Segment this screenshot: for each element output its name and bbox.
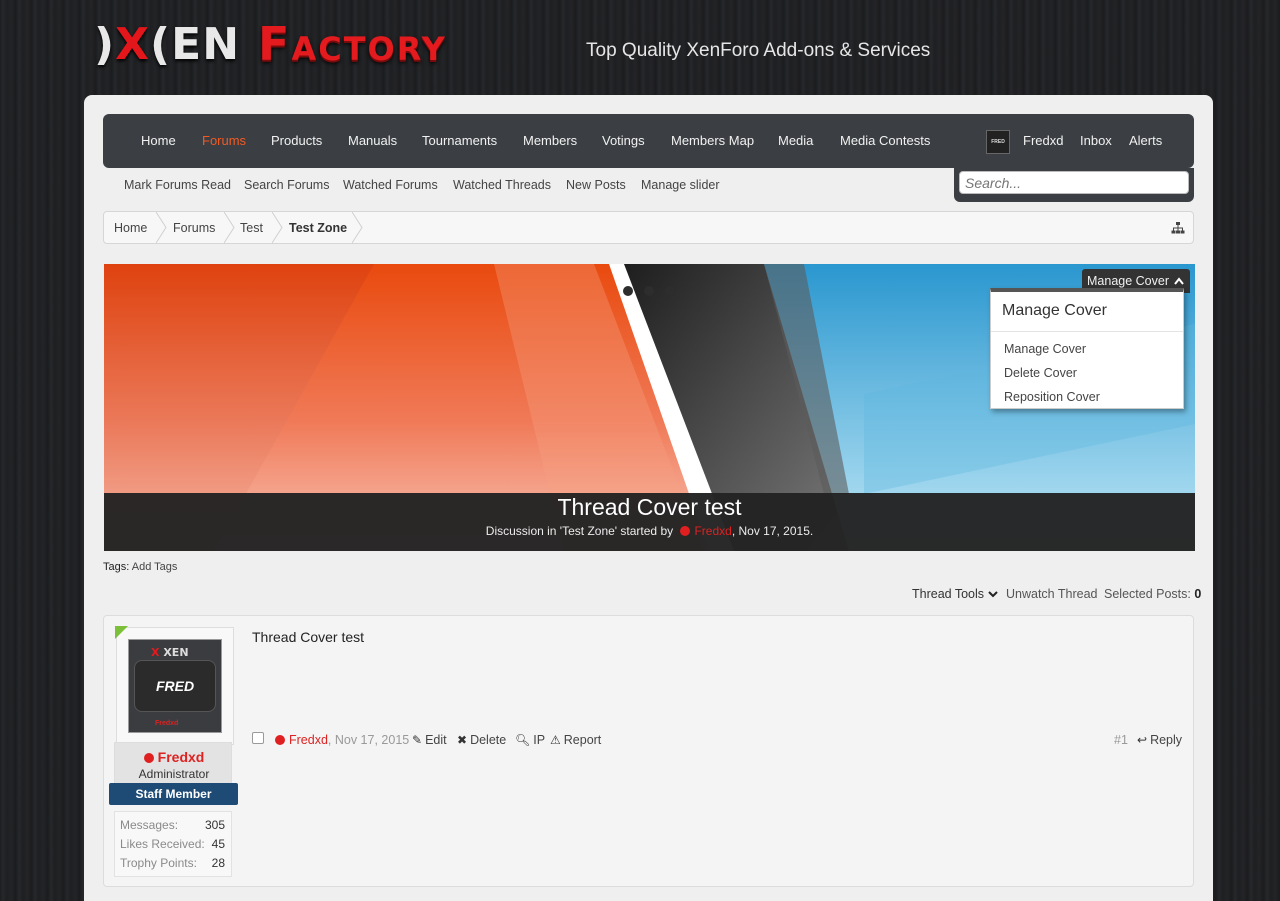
avatar-name: FRED xyxy=(134,660,216,712)
slider-dot[interactable] xyxy=(623,286,633,296)
delete-button[interactable]: ✖ Delete xyxy=(457,733,506,747)
status-dot-icon xyxy=(680,526,691,536)
stat-trophy-value[interactable]: 28 xyxy=(212,856,225,870)
nav-username[interactable]: Fredxd xyxy=(1023,133,1063,148)
ip-button[interactable]: 🔍︎ IP xyxy=(515,733,545,747)
post-usertitle: Administrator xyxy=(138,767,210,781)
nav-manuals[interactable]: Manuals xyxy=(348,133,397,148)
breadcrumb-test-zone: Test Zone xyxy=(289,221,348,235)
pencil-icon: ✎ xyxy=(412,733,423,747)
manage-cover-menu: Manage Cover Manage Cover Delete Cover R… xyxy=(990,288,1184,409)
nav-tournaments[interactable]: Tournaments xyxy=(422,133,497,148)
stat-messages-value[interactable]: 305 xyxy=(205,818,225,832)
menu-item-manage-cover[interactable]: Manage Cover xyxy=(1004,342,1086,356)
sitemap-icon[interactable] xyxy=(1171,221,1185,235)
thread-author-link[interactable]: Fredxd xyxy=(694,524,731,538)
new-post-indicator xyxy=(115,626,128,639)
user-stats: Messages: 305 Likes Received: 45 Trophy … xyxy=(114,811,232,877)
nav-media-contests[interactable]: Media Contests xyxy=(840,133,930,148)
site-tagline: Top Quality XenForo Add-ons & Services xyxy=(586,40,931,61)
status-dot-icon xyxy=(143,753,154,763)
post-select-checkbox[interactable] xyxy=(252,732,264,744)
thread-meta: Discussion in 'Test Zone' started by Fre… xyxy=(485,524,814,538)
tags-label: Tags: xyxy=(103,561,130,573)
unwatch-thread-link[interactable]: Unwatch Thread xyxy=(1006,587,1098,601)
warning-icon: ⚠ xyxy=(550,733,561,747)
avatar-footer: Fredxd xyxy=(155,720,179,727)
search-container xyxy=(954,168,1194,202)
nav-forums[interactable]: Forums xyxy=(202,133,246,148)
nav-members[interactable]: Members xyxy=(523,133,577,148)
post-number-link[interactable]: #1 xyxy=(1114,733,1128,747)
site-logo[interactable]: )X(EN Factory xyxy=(94,17,447,71)
slider-dot[interactable] xyxy=(644,286,654,296)
main-navigation: Home Forums Products Manuals Tournaments… xyxy=(103,114,1194,168)
edit-button[interactable]: ✎ Edit xyxy=(412,733,447,747)
report-button[interactable]: ⚠ Report xyxy=(550,733,601,747)
post-message: Thread Cover test xyxy=(252,629,365,645)
nav-products[interactable]: Products xyxy=(271,133,322,148)
menu-item-delete-cover[interactable]: Delete Cover xyxy=(1004,366,1077,380)
breadcrumb: Home Forums Test Test Zone xyxy=(103,211,1194,244)
breadcrumb-separator xyxy=(352,212,363,243)
stat-messages-label: Messages: xyxy=(120,818,179,832)
post-author-link[interactable]: Fredxd, Nov 17, 2015 xyxy=(275,733,409,747)
breadcrumb-home[interactable]: Home xyxy=(114,221,147,235)
post-username[interactable]: Fredxd xyxy=(115,749,233,765)
nav-inbox[interactable]: Inbox xyxy=(1080,133,1112,148)
reply-button[interactable]: ↩ Reply xyxy=(1137,733,1182,747)
nav-votings[interactable]: Votings xyxy=(602,133,645,148)
search-input[interactable] xyxy=(959,171,1189,194)
stat-likes-value[interactable]: 45 xyxy=(212,837,225,851)
user-avatar-mini[interactable]: FRED xyxy=(986,130,1010,154)
selected-posts-count: 0 xyxy=(1194,587,1202,601)
subnav-watched-threads[interactable]: Watched Threads xyxy=(453,178,551,192)
status-dot-icon xyxy=(275,735,285,745)
menu-item-reposition-cover[interactable]: Reposition Cover xyxy=(1004,390,1100,404)
reply-arrow-icon: ↩ xyxy=(1137,733,1148,747)
thread-tools-button[interactable]: Thread Tools xyxy=(912,587,998,601)
chevron-down-icon xyxy=(987,591,998,598)
subnav-manage-slider[interactable]: Manage slider xyxy=(641,178,720,192)
subnav-mark-forums-read[interactable]: Mark Forums Read xyxy=(124,178,231,192)
delete-x-icon: ✖ xyxy=(457,733,468,747)
add-tags-link[interactable]: Add Tags xyxy=(132,561,178,573)
avatar-image: X XEN FRED Fredxd xyxy=(128,639,222,733)
logo-wordmark: Factory xyxy=(258,17,447,71)
magnifier-icon: 🔍︎ xyxy=(515,733,531,747)
post-userinfo: Fredxd Administrator xyxy=(114,742,232,786)
content-panel: Home Forums Products Manuals Tournaments… xyxy=(84,95,1213,901)
menu-divider xyxy=(991,331,1183,332)
breadcrumb-test[interactable]: Test xyxy=(240,221,263,235)
stat-likes-label: Likes Received: xyxy=(120,837,205,851)
slider-dot[interactable] xyxy=(665,286,675,296)
nav-home[interactable]: Home xyxy=(141,133,176,148)
subnav-search-forums[interactable]: Search Forums xyxy=(244,178,329,192)
breadcrumb-forums[interactable]: Forums xyxy=(173,221,215,235)
site-header: )X(EN Factory Top Quality XenForo Add-on… xyxy=(0,0,1280,95)
logo-mark: )X(EN xyxy=(94,18,241,70)
nav-members-map[interactable]: Members Map xyxy=(671,133,754,148)
thread-title: Thread Cover test xyxy=(557,494,742,520)
breadcrumb-separator xyxy=(156,212,167,243)
subnav-new-posts[interactable]: New Posts xyxy=(566,178,626,192)
avatar-logo: X XEN xyxy=(151,646,189,659)
breadcrumb-separator xyxy=(272,212,283,243)
tags-row: Tags: Add Tags xyxy=(103,561,177,573)
manage-cover-menu-heading: Manage Cover xyxy=(1002,302,1107,319)
staff-member-banner: Staff Member xyxy=(109,783,238,805)
post: X XEN FRED Fredxd Fredxd Administrator S… xyxy=(103,615,1194,887)
subnav-watched-forums[interactable]: Watched Forums xyxy=(343,178,438,192)
stat-trophy-label: Trophy Points: xyxy=(120,856,197,870)
post-avatar[interactable]: X XEN FRED Fredxd xyxy=(116,627,234,745)
selected-posts: Selected Posts: 0 xyxy=(1104,587,1202,601)
post-date: Nov 17, 2015 xyxy=(334,733,410,747)
chevron-up-icon xyxy=(1174,277,1185,285)
nav-alerts[interactable]: Alerts xyxy=(1129,133,1162,148)
nav-media[interactable]: Media xyxy=(778,133,813,148)
breadcrumb-separator xyxy=(224,212,235,243)
